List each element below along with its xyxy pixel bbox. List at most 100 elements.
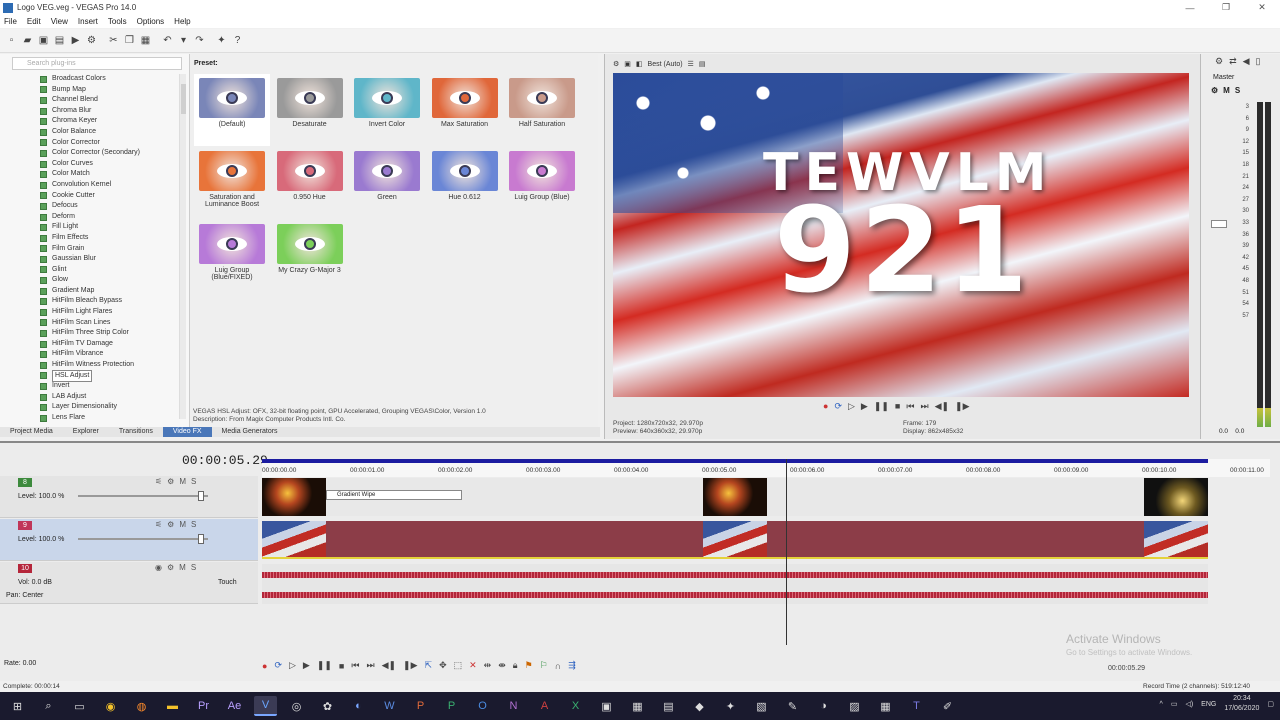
app-icon-7[interactable]: ▧ — [750, 696, 773, 716]
automation-mode[interactable]: Touch — [218, 579, 237, 586]
access-icon[interactable]: A — [533, 696, 556, 716]
record-icon[interactable]: ● — [262, 661, 267, 671]
plugin-item[interactable]: Glint — [40, 265, 140, 276]
arm-record-icon[interactable]: ◉ — [155, 563, 162, 572]
save-as-icon[interactable]: ▤ — [52, 33, 67, 48]
preset-thumbnail[interactable]: Desaturate — [272, 74, 348, 146]
menu-help[interactable]: Help — [174, 17, 190, 26]
plugin-item[interactable]: Bump Map — [40, 85, 140, 96]
calculator-icon[interactable]: ▦ — [874, 696, 897, 716]
tab-project-media[interactable]: Project Media — [0, 427, 63, 437]
plugin-item[interactable]: Convolution Kernel — [40, 180, 140, 191]
preset-thumbnail[interactable]: Invert Color — [349, 74, 425, 146]
prev-frame-icon[interactable]: ◀❚ — [935, 401, 949, 412]
go-to-end-icon[interactable]: ⏭ — [366, 660, 374, 671]
fx-icon[interactable]: ⚙ — [167, 477, 174, 486]
level-slider[interactable] — [78, 538, 208, 540]
preset-thumbnail[interactable]: Luig Group (Blue) — [504, 147, 580, 219]
plugin-item[interactable]: Channel Blend — [40, 95, 140, 106]
preview-device-icon[interactable]: ▣ — [624, 60, 631, 68]
mute-button[interactable]: M — [179, 563, 186, 572]
playback-rate[interactable]: Rate: 0.00 — [4, 660, 36, 667]
plugin-list-scrollbar[interactable] — [179, 74, 186, 419]
lane-10-audio[interactable] — [262, 564, 1208, 604]
tab-video-fx[interactable]: Video FX — [162, 427, 212, 437]
premiere-icon[interactable]: Pr — [192, 696, 215, 716]
plugin-search-input[interactable]: Search plug-ins — [12, 57, 182, 70]
open-folder-icon[interactable]: ▰ — [20, 33, 35, 48]
plugin-item[interactable]: Invert — [40, 381, 140, 392]
task-view-icon[interactable]: ▭ — [68, 696, 91, 716]
master-fx-chain-icon[interactable]: ⚙ — [1211, 86, 1218, 95]
language-indicator[interactable]: ENG — [1201, 701, 1216, 708]
envelope-tool-icon[interactable]: ✥ — [439, 660, 447, 671]
preset-thumbnail[interactable]: (Default) — [194, 74, 270, 146]
clock[interactable]: 20:34 17/06/2020 — [1224, 694, 1259, 714]
video-clip[interactable] — [1144, 478, 1208, 516]
go-to-end-icon[interactable]: ⏭ — [920, 401, 928, 412]
split-screen-icon[interactable]: ◧ — [636, 60, 643, 68]
app-icon-2[interactable]: ▣ — [595, 696, 618, 716]
master-fx-icon[interactable]: ⇄ — [1229, 56, 1237, 67]
cut-icon[interactable]: ✂ — [106, 33, 121, 48]
plugin-item[interactable]: Glow — [40, 275, 140, 286]
prev-frame-icon[interactable]: ◀❚ — [382, 660, 396, 671]
play-from-start-icon[interactable]: ▷ — [289, 660, 296, 671]
chrome-icon[interactable]: ◉ — [99, 696, 122, 716]
fx-icon[interactable]: ⚙ — [167, 520, 174, 529]
pause-icon[interactable]: ❚❚ — [874, 401, 889, 412]
track-header-9[interactable]: 9 ⚟ ⚙ M S Level: 100.0 % — [0, 519, 258, 561]
plugin-item[interactable]: Layer Dimensionality — [40, 402, 140, 413]
word-icon[interactable]: W — [378, 696, 401, 716]
menu-tools[interactable]: Tools — [108, 17, 127, 26]
lane-8[interactable]: Gradient Wipe — [262, 478, 1208, 516]
menu-options[interactable]: Options — [137, 17, 165, 26]
video-clip[interactable] — [703, 521, 767, 557]
plugin-item[interactable]: HitFilm TV Damage — [40, 339, 140, 350]
lane-9[interactable] — [262, 521, 1208, 559]
mute-button[interactable]: M — [179, 477, 186, 486]
plugin-manager-icon[interactable]: ✦ — [214, 33, 229, 48]
plugin-item[interactable]: Film Effects — [40, 233, 140, 244]
start-icon[interactable]: ⊞ — [6, 696, 29, 716]
transition-gradient-wipe[interactable]: Gradient Wipe — [326, 490, 462, 500]
plugin-item[interactable]: Gradient Map — [40, 286, 140, 297]
plugin-item[interactable]: Chroma Keyer — [40, 116, 140, 127]
region-icon[interactable]: ⚐ — [540, 660, 548, 671]
restore-button[interactable]: ❐ — [1208, 0, 1244, 15]
publisher-icon[interactable]: P — [440, 696, 463, 716]
menu-file[interactable]: File — [4, 17, 17, 26]
lock-icon[interactable]: 🔒︎ — [513, 660, 518, 671]
video-clip[interactable] — [1144, 521, 1208, 557]
whats-this-help-icon[interactable]: ? — [230, 33, 245, 48]
preset-thumbnail[interactable]: Max Saturation — [427, 74, 503, 146]
properties-gear-icon[interactable]: ⚙ — [84, 33, 99, 48]
dim-icon[interactable]: ▯ — [1256, 56, 1261, 67]
play-from-start-icon[interactable]: ▷ — [848, 401, 855, 412]
plugin-item[interactable]: Broadcast Colors — [40, 74, 140, 85]
render-icon[interactable]: ▶ — [68, 33, 83, 48]
copy-snapshot-icon[interactable]: ▤ — [699, 60, 706, 68]
solo-button[interactable]: S — [191, 563, 196, 572]
composite-icon[interactable]: ⚟ — [155, 477, 162, 486]
plugin-item[interactable]: HSL Adjust — [40, 369, 140, 383]
save-icon[interactable]: ▣ — [36, 33, 51, 48]
minimize-button[interactable]: — — [1172, 0, 1208, 15]
snapping-icon[interactable]: ∩ — [555, 661, 561, 671]
auto-ripple-icon[interactable]: ⇶ — [568, 660, 576, 671]
tab-media-generators[interactable]: Media Generators — [212, 427, 288, 437]
file-explorer-icon[interactable]: ▬ — [161, 696, 184, 716]
stop-icon[interactable]: ■ — [339, 661, 344, 671]
plugin-item[interactable]: Color Match — [40, 169, 140, 180]
normal-edit-tool-icon[interactable]: ⇱ — [425, 660, 433, 671]
undo-icon[interactable]: ↶ — [160, 33, 175, 48]
plugin-item[interactable]: Color Balance — [40, 127, 140, 138]
preset-thumbnail[interactable]: My Crazy G-Major 3 — [272, 220, 348, 292]
selection-tool-icon[interactable]: ⬚ — [454, 660, 463, 671]
master-fx-gear-icon[interactable]: ⚙ — [1215, 56, 1223, 67]
tab-transitions[interactable]: Transitions — [109, 427, 163, 437]
level-slider[interactable] — [78, 495, 208, 497]
play-icon[interactable]: ▶ — [303, 660, 310, 671]
plugin-item[interactable]: Deform — [40, 212, 140, 223]
menu-insert[interactable]: Insert — [78, 17, 98, 26]
